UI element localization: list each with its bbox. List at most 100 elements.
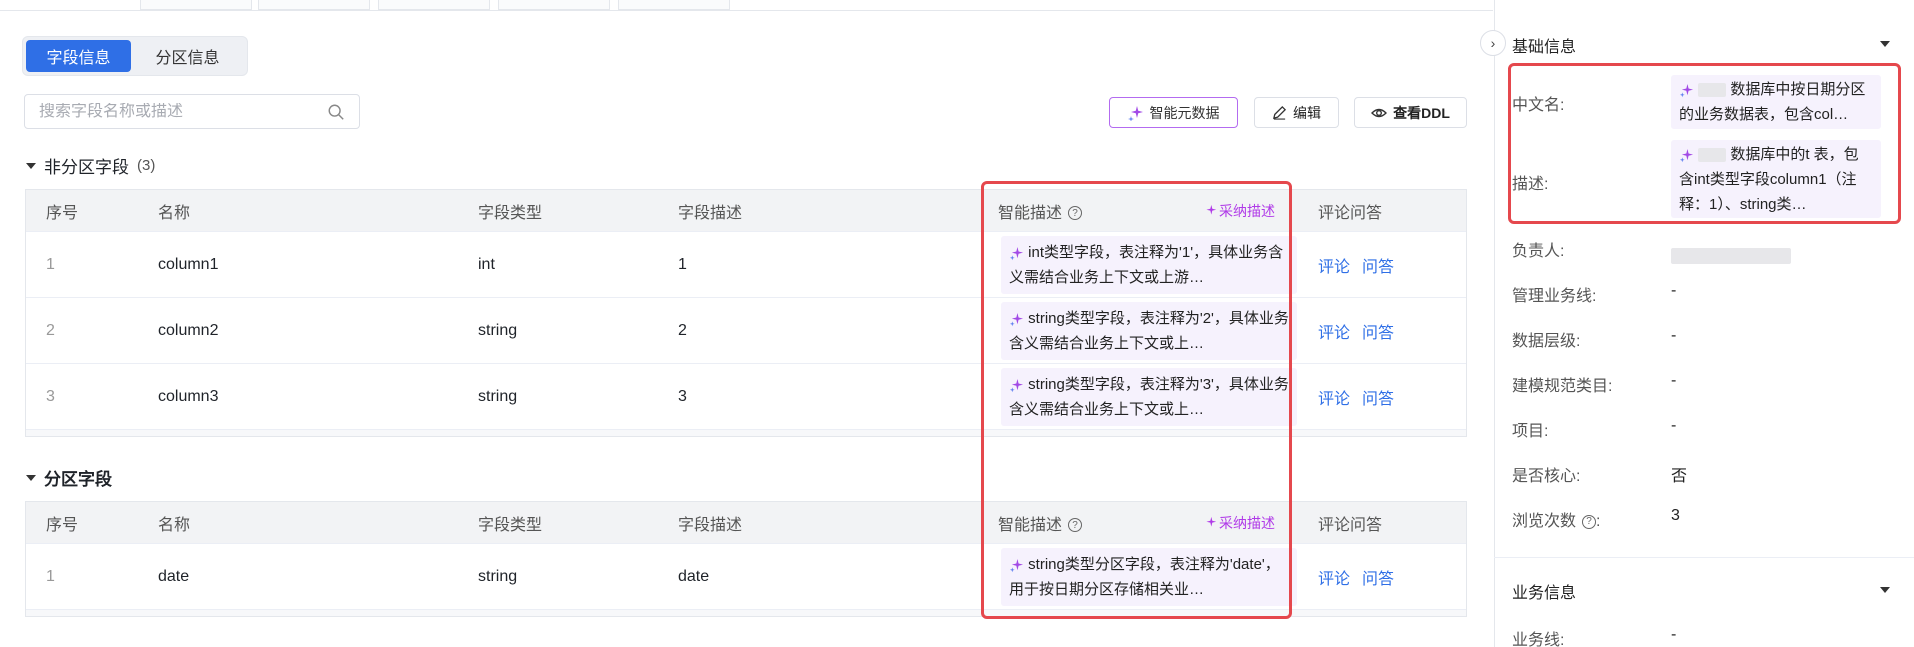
model-category-value: - [1671, 372, 1677, 389]
row-ops: 评论 问答 [1318, 319, 1406, 343]
sparkle-icon [1009, 558, 1024, 572]
row-desc: 3 [678, 387, 687, 405]
top-tab[interactable] [140, 0, 252, 10]
col-ai-desc: 智能描述? [998, 511, 1083, 535]
row-idx: 1 [46, 255, 55, 273]
view-ddl-label: 查看DDL [1393, 104, 1450, 121]
section-title-text: 非分区字段 [44, 158, 129, 177]
caret-down-icon [26, 474, 36, 481]
sparkle-icon [1009, 312, 1024, 326]
table-row: 2 column2 string 2 string类型字段，表注释为'2'，具体… [26, 297, 1466, 363]
adopt-label: 采纳描述 [1219, 514, 1275, 531]
biz-line-value: - [1671, 282, 1677, 299]
ai-metadata-button[interactable]: 智能元数据 [1109, 97, 1238, 128]
search-input[interactable] [39, 102, 327, 121]
biz-line-label: 管理业务线: [1512, 288, 1597, 305]
partition-title[interactable]: 分区字段 [26, 465, 112, 490]
row-desc: 1 [678, 255, 687, 273]
row-ops: 评论 问答 [1318, 385, 1406, 409]
redacted-text [1698, 148, 1727, 163]
comment-link[interactable]: 评论 [1318, 259, 1350, 276]
ai-description-text: string类型字段，表注释为'3'，具体业务含义需结合业务上下文或上… [1009, 376, 1289, 418]
table-header: 序号 名称 字段类型 字段描述 智能描述? 采纳描述 评论问答 [26, 502, 1466, 543]
col-desc: 字段描述 [678, 204, 743, 222]
is-core-value: 否 [1671, 468, 1688, 485]
sparkle-icon [1679, 83, 1694, 97]
col-ai-desc-label: 智能描述 [998, 204, 1063, 222]
ai-description[interactable]: string类型字段，表注释为'2'，具体业务含义需结合业务上下文或上… [1001, 302, 1297, 360]
project-label: 项目: [1512, 423, 1549, 440]
description-label: 描述: [1512, 176, 1549, 193]
views-label-text: 浏览次数 [1512, 513, 1577, 530]
help-icon[interactable]: ? [1068, 206, 1083, 221]
views-value: 3 [1671, 507, 1680, 524]
table-row: 3 column3 string 3 string类型字段，表注释为'3'，具体… [26, 363, 1466, 429]
comment-link[interactable]: 评论 [1318, 325, 1350, 342]
tab-field-info[interactable]: 字段信息 [26, 40, 131, 72]
ai-description-text: string类型分区字段，表注释为'date'，用于按日期分区存储相关业… [1009, 556, 1280, 598]
row-type: int [478, 255, 495, 273]
adopt-label: 采纳描述 [1219, 202, 1275, 219]
non-partition-title[interactable]: 非分区字段 (3) [26, 153, 155, 178]
field-partition-switch: 字段信息 分区信息 [22, 36, 248, 76]
search-icon[interactable] [327, 103, 345, 121]
qa-link[interactable]: 问答 [1362, 391, 1394, 408]
col-ops: 评论问答 [1318, 516, 1383, 534]
help-icon[interactable]: ? [1582, 514, 1597, 529]
ai-description[interactable]: int类型字段，表注释为'1'，具体业务含义需结合业务上下文或上游… [1001, 236, 1297, 294]
top-tab[interactable] [618, 0, 730, 10]
ai-metadata-label: 智能元数据 [1149, 104, 1220, 121]
row-desc: 2 [678, 321, 687, 339]
row-desc: date [678, 567, 710, 585]
table-header: 序号 名称 字段类型 字段描述 智能描述? 采纳描述 评论问答 [26, 190, 1466, 231]
top-tab[interactable] [498, 0, 610, 10]
sparkle-icon [1679, 148, 1694, 162]
ai-description-text: string类型字段，表注释为'2'，具体业务含义需结合业务上下文或上… [1009, 310, 1289, 352]
caret-down-icon [26, 162, 36, 169]
comment-link[interactable]: 评论 [1318, 571, 1350, 588]
ai-description[interactable]: string类型字段，表注释为'3'，具体业务含义需结合业务上下文或上… [1001, 368, 1297, 426]
cn-name-value: 数据库中按日期分区的业务数据表，包含col… [1671, 75, 1881, 129]
description-value: 数据库中的t 表，包含int类型字段column1（注释：1）、string类… [1671, 140, 1881, 218]
data-layer-label: 数据层级: [1512, 333, 1581, 350]
views-label: 浏览次数?: [1512, 513, 1601, 530]
help-icon[interactable]: ? [1068, 518, 1083, 533]
row-type: string [478, 387, 518, 405]
non-partition-table: 序号 名称 字段类型 字段描述 智能描述? 采纳描述 评论问答 1 column… [25, 189, 1467, 437]
ai-description-text: int类型字段，表注释为'1'，具体业务含义需结合业务上下文或上游… [1009, 244, 1284, 286]
partition-table: 序号 名称 字段类型 字段描述 智能描述? 采纳描述 评论问答 1 date s… [25, 501, 1467, 617]
adopt-description-button[interactable]: 采纳描述 [1204, 201, 1275, 221]
adopt-description-button[interactable]: 采纳描述 [1204, 513, 1275, 533]
comment-link[interactable]: 评论 [1318, 391, 1350, 408]
is-core-label: 是否核心: [1512, 468, 1581, 485]
edit-button[interactable]: 编辑 [1254, 97, 1339, 128]
row-idx: 2 [46, 321, 55, 339]
edit-label: 编辑 [1293, 104, 1321, 121]
sparkle-icon [1206, 516, 1217, 527]
project-value: - [1671, 417, 1677, 434]
section-title-text: 分区字段 [44, 470, 112, 489]
data-layer-value: - [1671, 327, 1677, 344]
caret-down-icon[interactable] [1880, 587, 1890, 593]
col-name: 名称 [158, 516, 191, 534]
chevron-right-icon[interactable]: › [1480, 30, 1506, 56]
top-tab[interactable] [258, 0, 370, 10]
top-tab[interactable] [378, 0, 490, 10]
business-line-value: - [1671, 626, 1677, 643]
qa-link[interactable]: 问答 [1362, 259, 1394, 276]
view-ddl-button[interactable]: 查看DDL [1354, 97, 1467, 128]
qa-link[interactable]: 问答 [1362, 325, 1394, 342]
top-tab-strip [0, 0, 1493, 11]
tab-partition-info[interactable]: 分区信息 [133, 40, 242, 72]
horizontal-scrollbar[interactable] [26, 429, 1466, 436]
col-type: 字段类型 [478, 204, 543, 222]
row-idx: 1 [46, 567, 55, 585]
caret-down-icon[interactable] [1880, 41, 1890, 47]
horizontal-scrollbar[interactable] [26, 609, 1466, 616]
sparkle-icon [1009, 246, 1024, 260]
row-name: column3 [158, 387, 219, 405]
ai-description[interactable]: string类型分区字段，表注释为'date'，用于按日期分区存储相关业… [1001, 548, 1297, 606]
row-ops: 评论 问答 [1318, 253, 1406, 277]
qa-link[interactable]: 问答 [1362, 571, 1394, 588]
section-divider [1494, 557, 1914, 558]
